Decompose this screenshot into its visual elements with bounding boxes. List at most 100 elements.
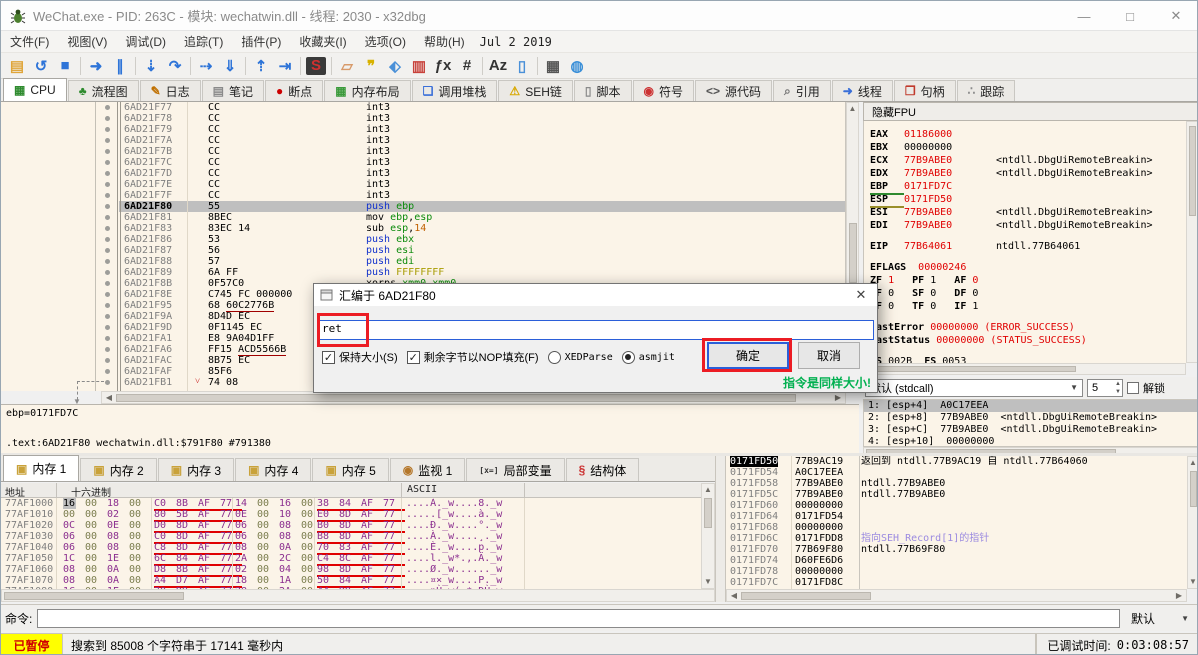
argument-row[interactable]: 4: [esp+10] 00000000 — [864, 436, 1198, 447]
run-icon[interactable]: ➜ — [84, 55, 108, 77]
registers-panel[interactable]: EAX01186000EBX00000000ECX77B9ABE0<ntdll.… — [863, 121, 1198, 363]
register-row[interactable]: ZF 1 PF 1 AF 0 — [870, 275, 978, 287]
tab-引用[interactable]: ⌕引用 — [773, 80, 831, 101]
register-row[interactable]: EIP77B64061ntdll.77B64061 — [870, 241, 1080, 253]
stack-row[interactable]: 0171FD7C0171FD8C — [726, 577, 1187, 588]
disasm-row[interactable]: 6AD21F896A FFpush FFFFFFFF — [1, 267, 846, 278]
stepper-arrows-icon[interactable]: ▲▼ — [1115, 380, 1121, 396]
stack-view[interactable]: 0171FD5077B9AC19返回到 ntdll.77B9AC19 自 ntd… — [726, 456, 1187, 589]
tab-内存布局[interactable]: ▦内存布局 — [324, 80, 410, 101]
breakpoint-dot-icon[interactable] — [105, 314, 110, 319]
disasm-row[interactable]: 6AD21F8756push esi — [1, 245, 846, 256]
scroll-down-icon[interactable]: ▼ — [702, 578, 714, 586]
scroll-thumb[interactable] — [849, 223, 857, 283]
breakpoint-dot-icon[interactable] — [105, 116, 110, 121]
run-to-user-code-icon[interactable]: ⇥ — [273, 55, 297, 77]
disasm-row[interactable]: 6AD21F78CCint3 — [1, 113, 846, 124]
breakpoint-dot-icon[interactable] — [105, 171, 110, 176]
tab-内存 5[interactable]: ▣内存 5 — [312, 458, 388, 481]
stop-icon[interactable]: ■ — [53, 55, 77, 77]
dump-row[interactable]: 77AF103006000800C08DAF7706000800B88DAF77… — [1, 531, 701, 542]
disasm-row[interactable]: 6AD21F7ECCint3 — [1, 179, 846, 190]
tab-内存 4[interactable]: ▣内存 4 — [235, 458, 311, 481]
tab-断点[interactable]: ●断点 — [265, 80, 323, 101]
tab-监视 1[interactable]: ◉监视 1 — [390, 458, 466, 481]
run-to-selection-icon[interactable]: ⇢ — [194, 55, 218, 77]
stack-row[interactable]: 0171FD74D60FE6D6 — [726, 555, 1187, 566]
tab-SEH链[interactable]: ⚠SEH链 — [498, 80, 572, 101]
register-row[interactable]: EBP0171FD7C — [870, 181, 996, 195]
bookmark-icon[interactable]: ▥ — [407, 55, 431, 77]
register-row[interactable]: LastStatus 00000000 (STATUS_SUCCESS) — [870, 335, 1087, 347]
breakpoint-dot-icon[interactable] — [105, 248, 110, 253]
settings-icon[interactable]: S — [306, 57, 326, 75]
breakpoint-dot-icon[interactable] — [105, 358, 110, 363]
scroll-thumb[interactable] — [1189, 126, 1196, 216]
breakpoint-dot-icon[interactable] — [105, 182, 110, 187]
register-row[interactable]: ESP0171FD50 — [870, 194, 996, 208]
breakpoint-dot-icon[interactable] — [105, 127, 110, 132]
menu-item[interactable]: 文件(F) — [1, 31, 58, 52]
register-row[interactable]: ESI77B9ABE0<ntdll.DbgUiRemoteBreakin> — [870, 207, 1153, 219]
breakpoint-dot-icon[interactable] — [105, 281, 110, 286]
tab-日志[interactable]: ✎日志 — [140, 80, 201, 101]
breakpoint-dot-icon[interactable] — [105, 259, 110, 264]
function-icon[interactable]: ƒx — [431, 55, 455, 77]
argument-row[interactable]: 2: [esp+8] 77B9ABE0 <ntdll.DbgUiRemoteBr… — [864, 412, 1198, 424]
stack-hscrollbar[interactable]: ◀ ▶ — [726, 589, 1187, 602]
disasm-row[interactable]: 6AD21F8055push ebp — [1, 201, 846, 212]
internet-icon[interactable]: ◍ — [565, 55, 589, 77]
menu-item[interactable]: 插件(P) — [232, 31, 290, 52]
breakpoint-dot-icon[interactable] — [105, 270, 110, 275]
register-row[interactable]: EAX01186000 — [870, 129, 996, 141]
keep-size-checkbox[interactable]: ✓ 保持大小(S) — [322, 349, 398, 365]
tab-内存 3[interactable]: ▣内存 3 — [158, 458, 234, 481]
scroll-down-icon[interactable]: ▼ — [1188, 578, 1198, 586]
breakpoint-dot-icon[interactable] — [105, 303, 110, 308]
stack-row[interactable]: 0171FD6000000000 — [726, 500, 1187, 511]
hide-fpu-button[interactable]: 隐藏FPU — [863, 102, 1198, 121]
scroll-thumb[interactable] — [866, 366, 1076, 372]
breakpoint-dot-icon[interactable] — [105, 105, 110, 110]
disasm-row[interactable]: 6AD21F8653push ebx — [1, 234, 846, 245]
argument-row[interactable]: 3: [esp+C] 77B9ABE0 <ntdll.DbgUiRemoteBr… — [864, 424, 1198, 436]
tab-流程图[interactable]: ♣流程图 — [68, 80, 139, 101]
fill-nop-checkbox[interactable]: ✓ 剩余字节以NOP填充(F) — [407, 349, 539, 365]
stack-row[interactable]: 0171FD6800000000 — [726, 522, 1187, 533]
open-file-icon[interactable]: ▤ — [5, 55, 29, 77]
menu-item[interactable]: 收藏夹(I) — [290, 31, 355, 52]
label-icon[interactable]: ⬖ — [383, 55, 407, 77]
breakpoint-dot-icon[interactable] — [105, 325, 110, 330]
disasm-row[interactable]: 6AD21F7CCCint3 — [1, 157, 846, 168]
disasm-row[interactable]: 6AD21F79CCint3 — [1, 124, 846, 135]
hash-icon[interactable]: # — [455, 55, 479, 77]
disasm-row[interactable]: 6AD21F7ACCint3 — [1, 135, 846, 146]
stack-row[interactable]: 0171FD640171FD54 — [726, 511, 1187, 522]
register-row[interactable]: LastError 00000000 (ERROR_SUCCESS) — [870, 322, 1075, 334]
breakpoint-dot-icon[interactable] — [105, 347, 110, 352]
register-row[interactable]: GS 002B FS 0053 — [870, 356, 966, 363]
stack-row[interactable]: 0171FD5C77B9ABE0ntdll.77B9ABE0 — [726, 489, 1187, 500]
scroll-thumb[interactable] — [116, 394, 796, 402]
breakpoint-dot-icon[interactable] — [105, 226, 110, 231]
stack-row[interactable]: 0171FD7800000000 — [726, 566, 1187, 577]
patch-icon[interactable]: ▱ — [335, 55, 359, 77]
register-row[interactable]: CF 0 TF 0 IF 1 — [870, 301, 978, 313]
scroll-thumb[interactable] — [1190, 471, 1197, 507]
calculator-icon[interactable]: ▦ — [541, 55, 565, 77]
tab-内存 2[interactable]: ▣内存 2 — [80, 458, 156, 481]
stack-vscrollbar[interactable]: ▲ ▼ — [1187, 456, 1198, 589]
pause-icon[interactable]: ∥ — [108, 55, 132, 77]
register-row[interactable]: OF 0 SF 0 DF 0 — [870, 288, 978, 300]
asmjit-radio[interactable]: asmjit — [622, 351, 675, 364]
close-button[interactable]: ✕ — [1153, 1, 1198, 31]
disasm-row[interactable]: 6AD21F7FCCint3 — [1, 190, 846, 201]
menu-item[interactable]: 选项(O) — [356, 31, 415, 52]
breakpoint-dot-icon[interactable] — [105, 369, 110, 374]
breakpoint-dot-icon[interactable] — [105, 160, 110, 165]
minimize-button[interactable]: — — [1061, 1, 1107, 31]
memory-dump-view[interactable]: 77AF100016001800C08BAF77140016003884AF77… — [1, 498, 701, 589]
cancel-button[interactable]: 取消 — [798, 342, 860, 369]
restart-icon[interactable]: ↺ — [29, 55, 53, 77]
calling-convention-select[interactable]: 默认 (stdcall) ▼ — [865, 379, 1083, 397]
